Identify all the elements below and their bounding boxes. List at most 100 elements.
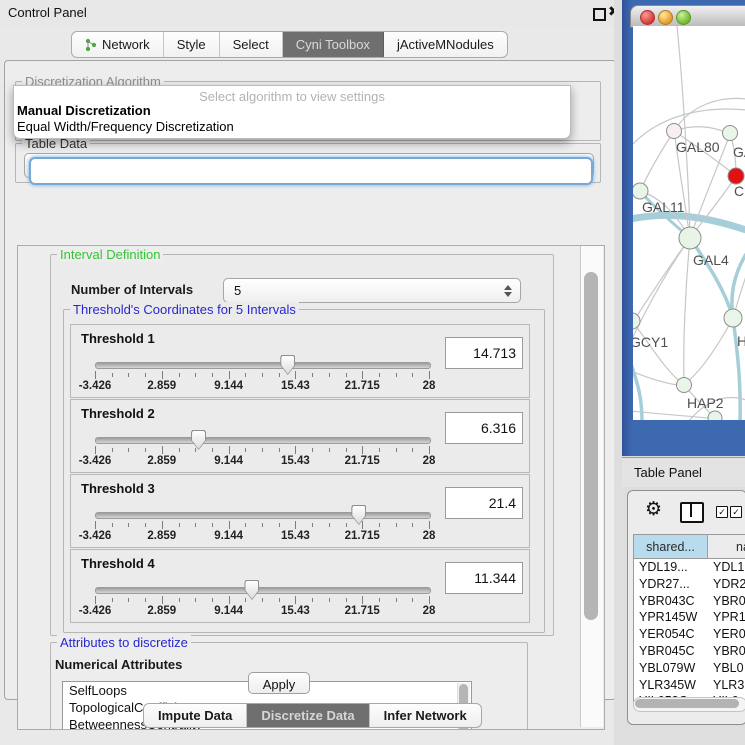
popup-option-manual[interactable]: Manual Discretization: [17, 103, 151, 118]
spinner-arrows-icon: [500, 285, 516, 297]
table-panel-header: Table Panel: [622, 457, 745, 487]
threshold-value-input[interactable]: [445, 337, 523, 369]
cell-shared-name: YLR345W: [639, 678, 696, 692]
table-row[interactable]: YBR045CYBR0: [634, 643, 745, 660]
zoom-traffic-light-icon[interactable]: [676, 10, 691, 25]
table-row[interactable]: YBR043CYBR0: [634, 593, 745, 610]
tab-network[interactable]: Network: [72, 32, 164, 57]
vertical-scrollbar[interactable]: [580, 246, 603, 727]
algorithm-dropdown-popup: Select algorithm to view settings Manual…: [13, 85, 571, 139]
combobox-value: 5: [224, 283, 500, 298]
tab-label: Network: [102, 37, 150, 52]
tab-label: Style: [177, 37, 206, 52]
group-title: Threshold's Coordinates for 5 Intervals: [70, 302, 299, 317]
bottom-node[interactable]: [708, 411, 722, 420]
network-edge[interactable]: [674, 127, 730, 134]
cell-shared-name: YDR27...: [639, 577, 690, 591]
network-edge[interactable]: [684, 318, 733, 385]
table-row[interactable]: YPR145WYPR1: [634, 609, 745, 626]
table-toolbar: ⚙ ✓ ✓: [628, 491, 745, 531]
apply-button[interactable]: Apply: [248, 672, 310, 694]
control-panel: Control Panel ✖ Network Style Select Cyn…: [0, 0, 618, 745]
threshold-value-input[interactable]: [445, 562, 523, 594]
network-edge[interactable]: [690, 238, 733, 318]
network-window-titlebar[interactable]: [630, 5, 745, 28]
GAL80-node[interactable]: [667, 124, 682, 139]
threshold-label: Threshold 3: [81, 481, 155, 496]
tab-label: Infer Network: [384, 708, 467, 723]
network-canvas[interactable]: GAL80GACGAL11GAL4GCY1HHAP2: [633, 26, 745, 420]
GCY1-node[interactable]: [633, 313, 640, 329]
top-right-node[interactable]: [723, 126, 738, 141]
interval-definition-group: Interval Definition Number of Intervals …: [50, 254, 554, 636]
popup-option-equal-width[interactable]: Equal Width/Frequency Discretization: [17, 119, 234, 134]
network-edge[interactable]: [684, 238, 690, 385]
GAL4-node[interactable]: [679, 227, 701, 249]
node-table: shared... na YDL19...YDL1YDR27...YDR2YBR…: [633, 534, 745, 702]
column-header-name[interactable]: na: [708, 535, 745, 559]
close-traffic-light-icon[interactable]: [640, 10, 655, 25]
tab-impute-data[interactable]: Impute Data: [144, 704, 247, 727]
slider-ticks: [95, 521, 429, 530]
column-header-shared-name[interactable]: shared...: [634, 535, 708, 559]
table-row[interactable]: YDL19...YDL1: [634, 559, 745, 576]
bottom-tab-bar: Impute Data Discretize Data Infer Networ…: [143, 703, 482, 728]
slider-track[interactable]: [95, 587, 431, 594]
slider-scale: -3.4262.8599.14415.4321.71528: [95, 455, 429, 469]
threshold-row: Threshold 2 -3.4262.8599.14415.4321.7152…: [70, 399, 530, 473]
slider-track[interactable]: [95, 362, 431, 369]
H-node[interactable]: [724, 309, 742, 327]
threshold-row: Threshold 3 -3.4262.8599.14415.4321.7152…: [70, 474, 530, 548]
threshold-row: Threshold 4 -3.4262.8599.14415.4321.7152…: [70, 549, 530, 623]
slider-ticks: [95, 371, 429, 380]
scrollbar-thumb[interactable]: [584, 272, 598, 620]
threshold-value-input[interactable]: [445, 487, 523, 519]
tab-select[interactable]: Select: [220, 32, 283, 57]
node-label: GA: [733, 144, 745, 160]
algorithm-combobox[interactable]: [29, 157, 593, 185]
network-edge[interactable]: [690, 176, 736, 238]
minimize-traffic-light-icon[interactable]: [658, 10, 673, 25]
tab-label: jActiveMNodules: [397, 37, 494, 52]
cell-shared-name: YBR043C: [639, 594, 695, 608]
threshold-value-input[interactable]: [445, 412, 523, 444]
tab-discretize-data[interactable]: Discretize Data: [247, 704, 369, 727]
checkbox-icon[interactable]: ✓: [730, 506, 742, 518]
table-row[interactable]: YBL079WYBL0: [634, 660, 745, 677]
tab-style[interactable]: Style: [164, 32, 220, 57]
tab-jactivemnodules[interactable]: jActiveMNodules: [384, 32, 507, 57]
table-row[interactable]: YDR27...YDR2: [634, 576, 745, 593]
slider-scale: -3.4262.8599.14415.4321.71528: [95, 530, 429, 544]
cell-shared-name: YBL079W: [639, 661, 695, 675]
slider-track[interactable]: [95, 437, 431, 444]
cell-shared-name: YPR145W: [639, 610, 697, 624]
columns-icon[interactable]: [680, 502, 704, 523]
red-node[interactable]: [728, 168, 744, 184]
tab-infer-network[interactable]: Infer Network: [370, 704, 481, 727]
slider-ticks: [95, 446, 429, 455]
threshold-row: Threshold 1 -3.4262.8599.14415.4321.7152…: [70, 324, 530, 398]
network-edge[interactable]: [640, 131, 674, 191]
checkbox-icon[interactable]: ✓: [716, 506, 728, 518]
num-intervals-label: Number of Intervals: [71, 282, 193, 297]
tab-cyni-toolbox[interactable]: Cyni Toolbox: [283, 32, 384, 57]
thresholds-group: Threshold's Coordinates for 5 Intervals …: [63, 309, 545, 633]
slider-track[interactable]: [95, 512, 431, 519]
table-row[interactable]: YER054CYER0: [634, 626, 745, 643]
gear-icon[interactable]: ⚙: [645, 498, 662, 521]
tab-label: Select: [233, 37, 269, 52]
GAL11-node[interactable]: [633, 183, 648, 199]
network-edge[interactable]: [633, 371, 677, 385]
HAP2-node[interactable]: [677, 378, 692, 393]
numerical-attributes-label: Numerical Attributes: [55, 657, 182, 672]
network-edge[interactable]: [633, 238, 690, 322]
node-label: C: [734, 183, 744, 199]
network-edge[interactable]: [633, 238, 690, 341]
scrollbar-thumb[interactable]: [635, 699, 739, 708]
float-window-icon[interactable]: [593, 8, 606, 21]
horizontal-scrollbar[interactable]: [633, 697, 745, 712]
table-row[interactable]: YLR345WYLR3: [634, 677, 745, 694]
num-intervals-combobox[interactable]: 5: [223, 278, 521, 303]
network-view-window: GAL80GACGAL11GAL4GCY1HHAP2: [622, 0, 745, 456]
network-edge[interactable]: [633, 322, 684, 385]
